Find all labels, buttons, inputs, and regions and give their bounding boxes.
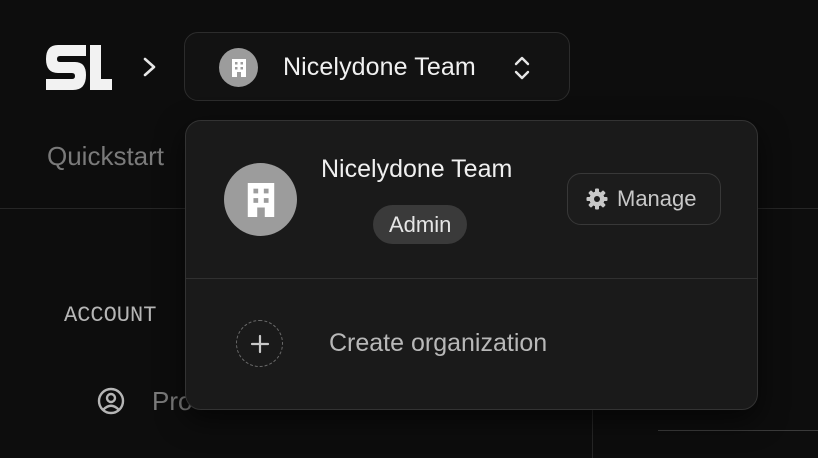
org-dropdown-menu: Nicelydone Team Admin Manage Create orga… (185, 120, 758, 410)
building-icon (231, 58, 246, 77)
org-avatar (219, 48, 258, 87)
create-org-icon-wrap (236, 320, 283, 367)
app-root: Nicelydone Team Quickstart ACCOUNT Pro y… (0, 0, 818, 458)
nav-quickstart[interactable]: Quickstart (47, 140, 164, 172)
user-circle-icon (97, 387, 125, 415)
create-org-label: Create organization (329, 329, 548, 357)
role-badge: Admin (373, 205, 468, 244)
manage-org-button[interactable]: Manage (567, 173, 721, 225)
section-account-label: ACCOUNT (64, 303, 157, 328)
manage-label: Manage (617, 186, 697, 211)
chevron-right-icon (143, 57, 156, 77)
create-organization-item[interactable]: Create organization (186, 279, 757, 409)
chevron-up-down-icon (514, 56, 530, 80)
org-switcher-name: Nicelydone Team (283, 53, 476, 81)
sidebar-item-profile[interactable]: Pro (96, 385, 192, 417)
current-org-avatar (224, 163, 297, 236)
building-icon (247, 182, 274, 217)
current-org-row: Nicelydone Team Admin Manage (186, 121, 757, 278)
gear-icon (586, 188, 608, 210)
org-switcher-button[interactable]: Nicelydone Team (184, 32, 570, 101)
brand-logo-icon[interactable] (46, 45, 112, 90)
content-rule (658, 430, 818, 431)
plus-icon (250, 334, 269, 353)
current-org-name: Nicelydone Team (321, 155, 513, 183)
